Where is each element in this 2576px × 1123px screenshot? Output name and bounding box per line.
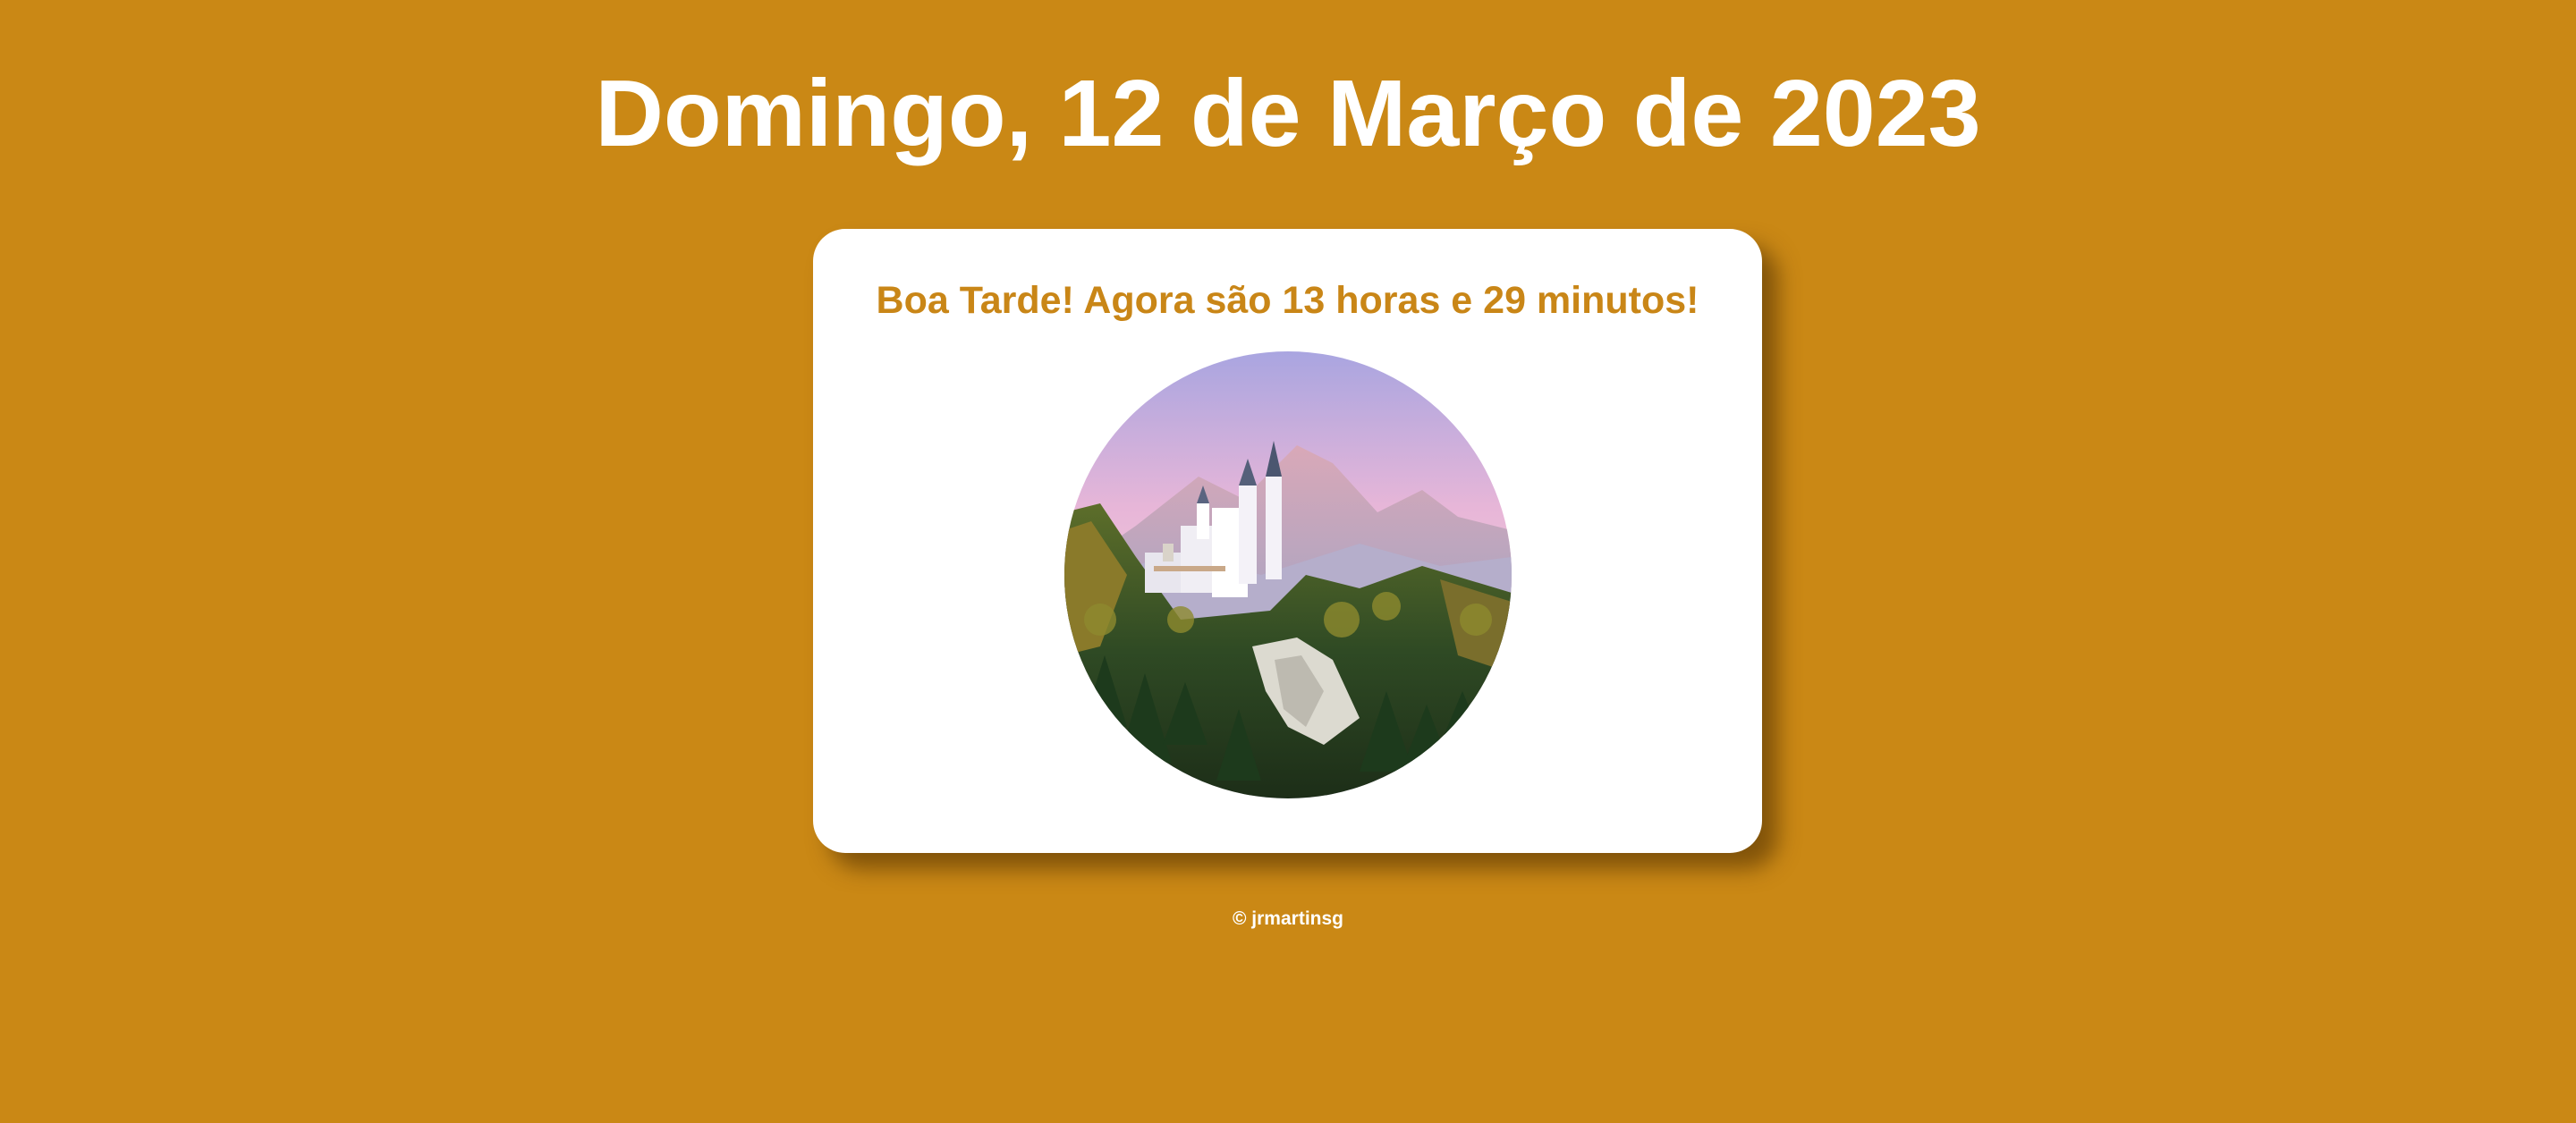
castle-photo (1064, 351, 1512, 798)
date-title: Domingo, 12 de Março de 2023 (595, 61, 1981, 166)
greeting-text: Boa Tarde! Agora são 13 horas e 29 minut… (876, 279, 1699, 322)
greeting-card: Boa Tarde! Agora são 13 horas e 29 minut… (813, 229, 1762, 853)
footer-credit: © jrmartinsg (1232, 908, 1343, 929)
castle-landscape-image (1064, 351, 1512, 798)
page: Domingo, 12 de Março de 2023 Boa Tarde! … (0, 0, 2576, 1123)
